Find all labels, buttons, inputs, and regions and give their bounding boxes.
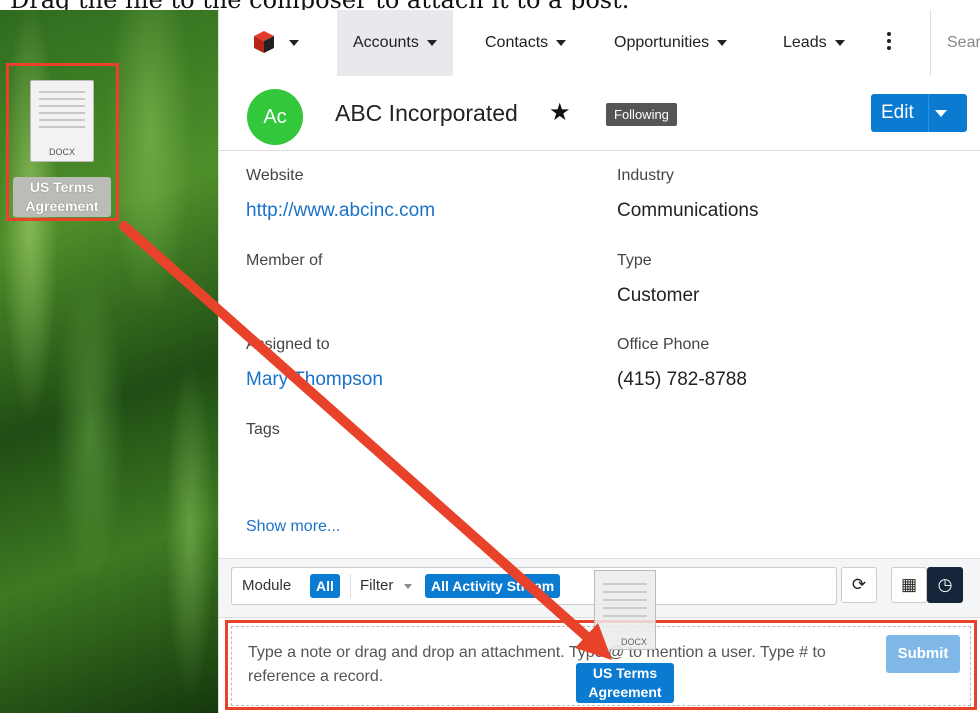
record-header: Ac ABC Incorporated ★ Following Edit — [219, 76, 980, 151]
drag-ext-label: DOCX — [620, 637, 647, 647]
search-input[interactable]: Search — [930, 10, 980, 76]
filter-pill[interactable]: All Activity Stream — [425, 574, 561, 598]
top-nav: Accounts Contacts Opportunities Leads Se… — [219, 10, 980, 77]
member-of-label: Member of — [246, 252, 323, 269]
dragged-file-icon: DOCX — [594, 570, 656, 650]
show-more-link[interactable]: Show more... — [246, 518, 340, 536]
chevron-down-icon — [717, 39, 728, 46]
edit-button[interactable]: Edit — [871, 94, 967, 132]
type-value: Customer — [617, 285, 700, 306]
record-name: ABC Incorporated — [335, 100, 518, 126]
nav-contacts[interactable]: Contacts — [485, 10, 567, 76]
caption-strip: Drag the file to the composer to attach … — [0, 0, 980, 10]
office-phone-label: Office Phone — [617, 336, 710, 353]
drag-file-label: US Terms Agreement — [576, 663, 674, 703]
filter-divider — [350, 574, 351, 598]
sugar-app: Accounts Contacts Opportunities Leads Se… — [218, 10, 980, 713]
following-badge[interactable]: Following — [606, 103, 677, 126]
logo-dropdown[interactable] — [281, 10, 299, 76]
module-pill[interactable]: All — [310, 574, 340, 598]
industry-label: Industry — [617, 167, 674, 184]
caption-text: Drag the file to the composer to attach … — [10, 0, 629, 10]
chevron-down-icon[interactable] — [935, 110, 947, 117]
avatar: Ac — [247, 89, 303, 145]
submit-button[interactable]: Submit — [886, 635, 960, 673]
chevron-down-icon[interactable] — [404, 584, 412, 589]
file-ext-label: DOCX — [48, 147, 75, 157]
sugar-cube-icon[interactable] — [253, 30, 275, 54]
edit-label: Edit — [881, 102, 914, 123]
module-label: Module — [242, 577, 292, 594]
assigned-to-link[interactable]: Mary Thompson — [246, 369, 383, 391]
nav-opportunities[interactable]: Opportunities — [614, 10, 728, 76]
chevron-down-icon — [834, 39, 845, 46]
assigned-to-label: Assigned to — [246, 336, 330, 353]
nav-accounts[interactable]: Accounts — [337, 10, 453, 76]
type-label: Type — [617, 252, 652, 269]
nav-leads[interactable]: Leads — [783, 10, 845, 76]
button-divider — [928, 94, 929, 132]
nav-leads-label: Leads — [783, 34, 827, 51]
kebab-icon[interactable] — [887, 32, 891, 52]
clock-icon[interactable]: ◷ — [927, 567, 963, 603]
website-label: Website — [246, 167, 304, 184]
nav-contacts-label: Contacts — [485, 34, 549, 51]
industry-value: Communications — [617, 200, 759, 221]
chevron-down-icon — [556, 39, 567, 46]
desktop-file-label[interactable]: US Terms Agreement — [13, 177, 111, 217]
chevron-down-icon — [289, 39, 299, 46]
nav-accounts-label: Accounts — [353, 34, 419, 51]
star-icon[interactable]: ★ — [549, 98, 571, 127]
docx-file-icon[interactable]: DOCX — [30, 80, 94, 162]
office-phone-value: (415) 782-8788 — [617, 369, 747, 390]
composer-placeholder[interactable]: Type a note or drag and drop an attachme… — [248, 641, 876, 689]
filter-label[interactable]: Filter — [360, 568, 393, 604]
refresh-icon[interactable]: ⟳ — [841, 567, 877, 603]
activity-filter-bar[interactable]: Module All Filter All Activity Stream — [231, 567, 837, 605]
table-icon[interactable]: ▦ — [891, 567, 927, 603]
nav-opportunities-label: Opportunities — [614, 34, 710, 51]
chevron-down-icon — [426, 39, 437, 46]
tags-label: Tags — [246, 421, 280, 438]
website-link[interactable]: http://www.abcinc.com — [246, 200, 435, 222]
